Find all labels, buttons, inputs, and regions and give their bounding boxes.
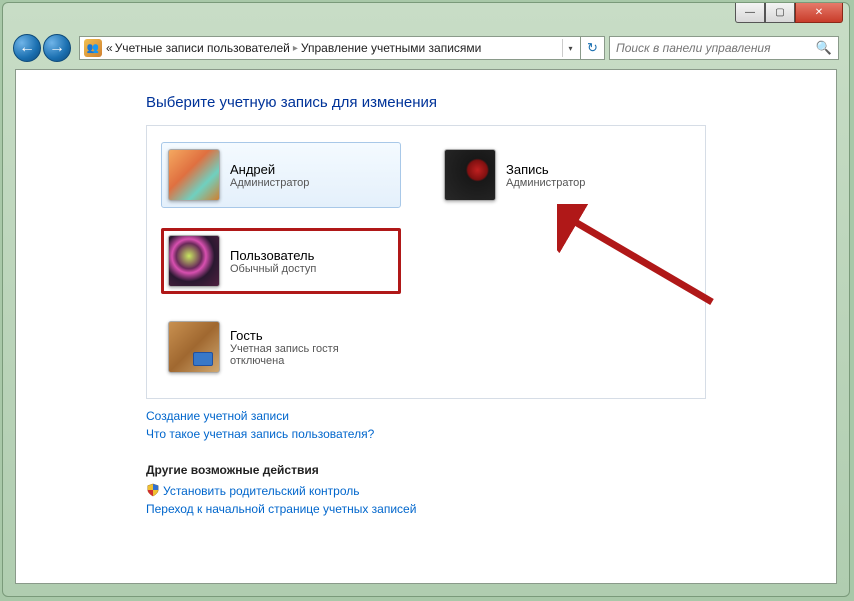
account-item-guest[interactable]: Гость Учетная запись гостя отключена <box>161 314 401 380</box>
account-info: Андрей Администратор <box>230 162 309 189</box>
breadcrumb-item-2[interactable]: Управление учетными записями <box>301 41 481 55</box>
account-role: Обычный доступ <box>230 263 316 275</box>
account-item-andrey[interactable]: Андрей Администратор <box>161 142 401 208</box>
page-title: Выберите учетную запись для изменения <box>146 94 836 111</box>
forward-button[interactable]: → <box>43 34 71 62</box>
account-name: Пользователь <box>230 248 316 263</box>
account-info: Гость Учетная запись гостя отключена <box>230 328 394 367</box>
address-dropdown[interactable]: ▾ <box>562 39 578 57</box>
titlebar-controls: — ▢ ✕ <box>735 3 843 23</box>
search-input[interactable] <box>616 41 816 55</box>
account-info: Запись Администратор <box>506 162 585 189</box>
account-role: Администратор <box>230 177 309 189</box>
other-actions-header: Другие возможные действия <box>146 463 706 477</box>
search-icon[interactable]: 🔍 <box>816 40 832 56</box>
minimize-button[interactable]: — <box>735 3 765 23</box>
account-role: Учетная запись гостя отключена <box>230 343 394 367</box>
account-name: Запись <box>506 162 585 177</box>
parental-control-link[interactable]: Установить родительский контроль <box>146 483 706 498</box>
account-name: Гость <box>230 328 394 343</box>
create-account-link[interactable]: Создание учетной записи <box>146 409 706 423</box>
content-pane: Выберите учетную запись для изменения Ан… <box>15 69 837 584</box>
avatar-ball-icon <box>168 235 220 287</box>
close-button[interactable]: ✕ <box>795 3 843 23</box>
parental-control-label: Установить родительский контроль <box>163 484 360 498</box>
avatar-suitcase-icon <box>168 321 220 373</box>
avatar-record-icon <box>444 149 496 201</box>
maximize-button[interactable]: ▢ <box>765 3 795 23</box>
links-section: Создание учетной записи Что такое учетна… <box>146 409 706 516</box>
breadcrumb-item-1[interactable]: Учетные записи пользователей <box>115 41 290 55</box>
avatar-robot-icon <box>168 149 220 201</box>
account-info: Пользователь Обычный доступ <box>230 248 316 275</box>
account-item-zapis[interactable]: Запись Администратор <box>437 142 677 208</box>
breadcrumb-chevrons: « <box>106 41 113 55</box>
shield-icon <box>146 483 160 497</box>
goto-accounts-main-link[interactable]: Переход к начальной странице учетных зап… <box>146 502 706 516</box>
window-frame: — ▢ ✕ ← → 👥 « Учетные записи пользовател… <box>2 2 850 597</box>
address-bar[interactable]: 👥 « Учетные записи пользователей ▸ Управ… <box>79 36 581 60</box>
chevron-right-icon: ▸ <box>293 43 298 54</box>
back-button[interactable]: ← <box>13 34 41 62</box>
account-name: Андрей <box>230 162 309 177</box>
search-box[interactable]: 🔍 <box>609 36 839 60</box>
account-role: Администратор <box>506 177 585 189</box>
control-panel-icon: 👥 <box>84 39 102 57</box>
what-is-account-link[interactable]: Что такое учетная запись пользователя? <box>146 427 706 441</box>
account-item-polzovatel[interactable]: Пользователь Обычный доступ <box>161 228 401 294</box>
navigation-bar: ← → 👥 « Учетные записи пользователей ▸ У… <box>13 31 839 65</box>
accounts-container: Андрей Администратор Запись Администрато… <box>146 125 706 399</box>
refresh-button[interactable]: ↻ <box>581 36 605 60</box>
